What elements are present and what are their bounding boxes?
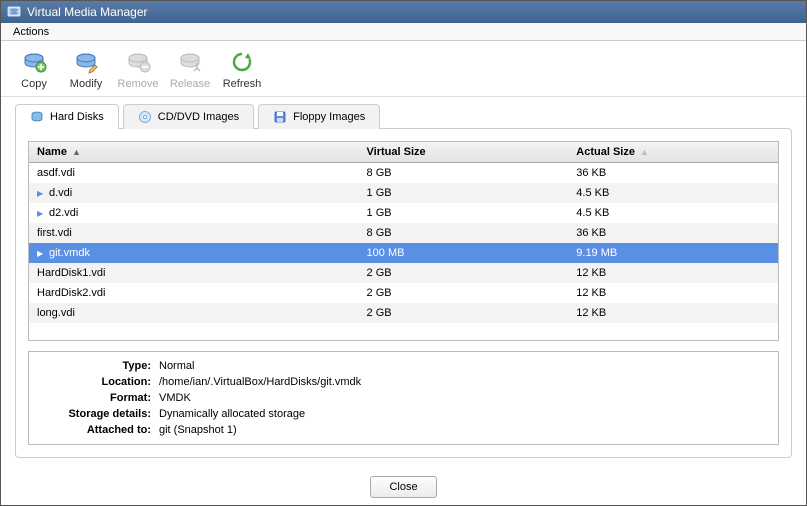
tab-floppy-label: Floppy Images <box>293 111 365 123</box>
media-table: Name ▲ Virtual Size Actual Size ▲ asdf.v… <box>29 142 778 323</box>
titlebar: Virtual Media Manager <box>1 1 806 23</box>
row-actual-size: 36 KB <box>568 163 778 184</box>
release-label: Release <box>170 78 210 90</box>
menu-actions[interactable]: Actions <box>7 24 55 40</box>
expand-icon[interactable]: ▶ <box>37 189 45 198</box>
media-table-scroll[interactable]: Name ▲ Virtual Size Actual Size ▲ asdf.v… <box>29 142 778 340</box>
detail-location-label: Location: <box>39 374 159 390</box>
tab-hard-disks-label: Hard Disks <box>50 111 104 123</box>
detail-location-value: /home/ian/.VirtualBox/HardDisks/git.vmdk <box>159 374 768 390</box>
row-virtual-size: 2 GB <box>359 303 569 323</box>
row-name: git.vmdk <box>49 247 90 259</box>
row-actual-size: 9.19 MB <box>568 243 778 263</box>
row-name: asdf.vdi <box>37 167 75 179</box>
row-actual-size: 4.5 KB <box>568 203 778 223</box>
copy-label: Copy <box>21 78 47 90</box>
app-icon <box>7 5 21 19</box>
row-actual-size: 12 KB <box>568 303 778 323</box>
row-name: HardDisk2.vdi <box>37 287 105 299</box>
row-name: long.vdi <box>37 307 75 319</box>
row-name: d2.vdi <box>49 207 78 219</box>
cd-icon <box>138 110 152 124</box>
sort-asc-icon: ▲ <box>72 147 81 157</box>
row-virtual-size: 2 GB <box>359 263 569 283</box>
row-virtual-size: 8 GB <box>359 223 569 243</box>
table-row[interactable]: asdf.vdi 8 GB36 KB <box>29 163 778 184</box>
hard-disk-icon <box>30 110 44 124</box>
release-button: Release <box>167 46 213 92</box>
detail-type-value: Normal <box>159 358 768 374</box>
release-icon <box>176 48 204 76</box>
content: Hard Disks CD/DVD Images Floppy Images <box>1 97 806 468</box>
tab-cd-dvd[interactable]: CD/DVD Images <box>123 104 254 129</box>
table-row[interactable]: long.vdi 2 GB12 KB <box>29 303 778 323</box>
row-name: d.vdi <box>49 187 72 199</box>
modify-icon <box>72 48 100 76</box>
media-table-wrap: Name ▲ Virtual Size Actual Size ▲ asdf.v… <box>28 141 779 341</box>
row-virtual-size: 1 GB <box>359 203 569 223</box>
table-row[interactable]: ▶ d2.vdi 1 GB4.5 KB <box>29 203 778 223</box>
copy-icon <box>20 48 48 76</box>
col-header-name[interactable]: Name ▲ <box>29 142 359 163</box>
toolbar: Copy Modify Remove Release Refresh <box>1 41 806 97</box>
refresh-icon <box>228 48 256 76</box>
detail-storage-value: Dynamically allocated storage <box>159 406 768 422</box>
modify-label: Modify <box>70 78 102 90</box>
detail-storage-label: Storage details: <box>39 406 159 422</box>
floppy-icon <box>273 110 287 124</box>
tab-floppy[interactable]: Floppy Images <box>258 104 380 129</box>
details-panel: Type:Normal Location:/home/ian/.VirtualB… <box>28 351 779 445</box>
detail-format-label: Format: <box>39 390 159 406</box>
expand-icon[interactable]: ▶ <box>37 209 45 218</box>
remove-label: Remove <box>118 78 159 90</box>
detail-type-label: Type: <box>39 358 159 374</box>
detail-attached-label: Attached to: <box>39 422 159 438</box>
table-row[interactable]: ▶ git.vmdk 100 MB9.19 MB <box>29 243 778 263</box>
remove-icon <box>124 48 152 76</box>
row-virtual-size: 100 MB <box>359 243 569 263</box>
expand-icon[interactable]: ▶ <box>37 249 45 258</box>
row-virtual-size: 8 GB <box>359 163 569 184</box>
row-virtual-size: 1 GB <box>359 183 569 203</box>
modify-button[interactable]: Modify <box>63 46 109 92</box>
copy-button[interactable]: Copy <box>11 46 57 92</box>
row-virtual-size: 2 GB <box>359 283 569 303</box>
detail-format-value: VMDK <box>159 390 768 406</box>
sort-asc-icon: ▲ <box>640 147 649 157</box>
row-name: first.vdi <box>37 227 72 239</box>
remove-button: Remove <box>115 46 161 92</box>
table-row[interactable]: ▶ d.vdi 1 GB4.5 KB <box>29 183 778 203</box>
row-actual-size: 12 KB <box>568 263 778 283</box>
close-button[interactable]: Close <box>370 476 436 498</box>
window: Virtual Media Manager Actions Copy Modif… <box>0 0 807 506</box>
table-row[interactable]: first.vdi 8 GB36 KB <box>29 223 778 243</box>
dialog-buttons: Close <box>1 468 806 505</box>
row-actual-size: 36 KB <box>568 223 778 243</box>
refresh-button[interactable]: Refresh <box>219 46 265 92</box>
tab-cd-dvd-label: CD/DVD Images <box>158 111 239 123</box>
tab-hard-disks[interactable]: Hard Disks <box>15 104 119 129</box>
table-row[interactable]: HardDisk1.vdi 2 GB12 KB <box>29 263 778 283</box>
row-name: HardDisk1.vdi <box>37 267 105 279</box>
window-title: Virtual Media Manager <box>27 5 148 19</box>
tabs: Hard Disks CD/DVD Images Floppy Images <box>15 103 792 128</box>
detail-attached-value: git (Snapshot 1) <box>159 422 768 438</box>
row-actual-size: 12 KB <box>568 283 778 303</box>
col-header-actual-size[interactable]: Actual Size ▲ <box>568 142 778 163</box>
menubar: Actions <box>1 23 806 41</box>
refresh-label: Refresh <box>223 78 262 90</box>
panel: Name ▲ Virtual Size Actual Size ▲ asdf.v… <box>15 128 792 458</box>
table-row[interactable]: HardDisk2.vdi 2 GB12 KB <box>29 283 778 303</box>
row-actual-size: 4.5 KB <box>568 183 778 203</box>
col-header-virtual-size[interactable]: Virtual Size <box>359 142 569 163</box>
